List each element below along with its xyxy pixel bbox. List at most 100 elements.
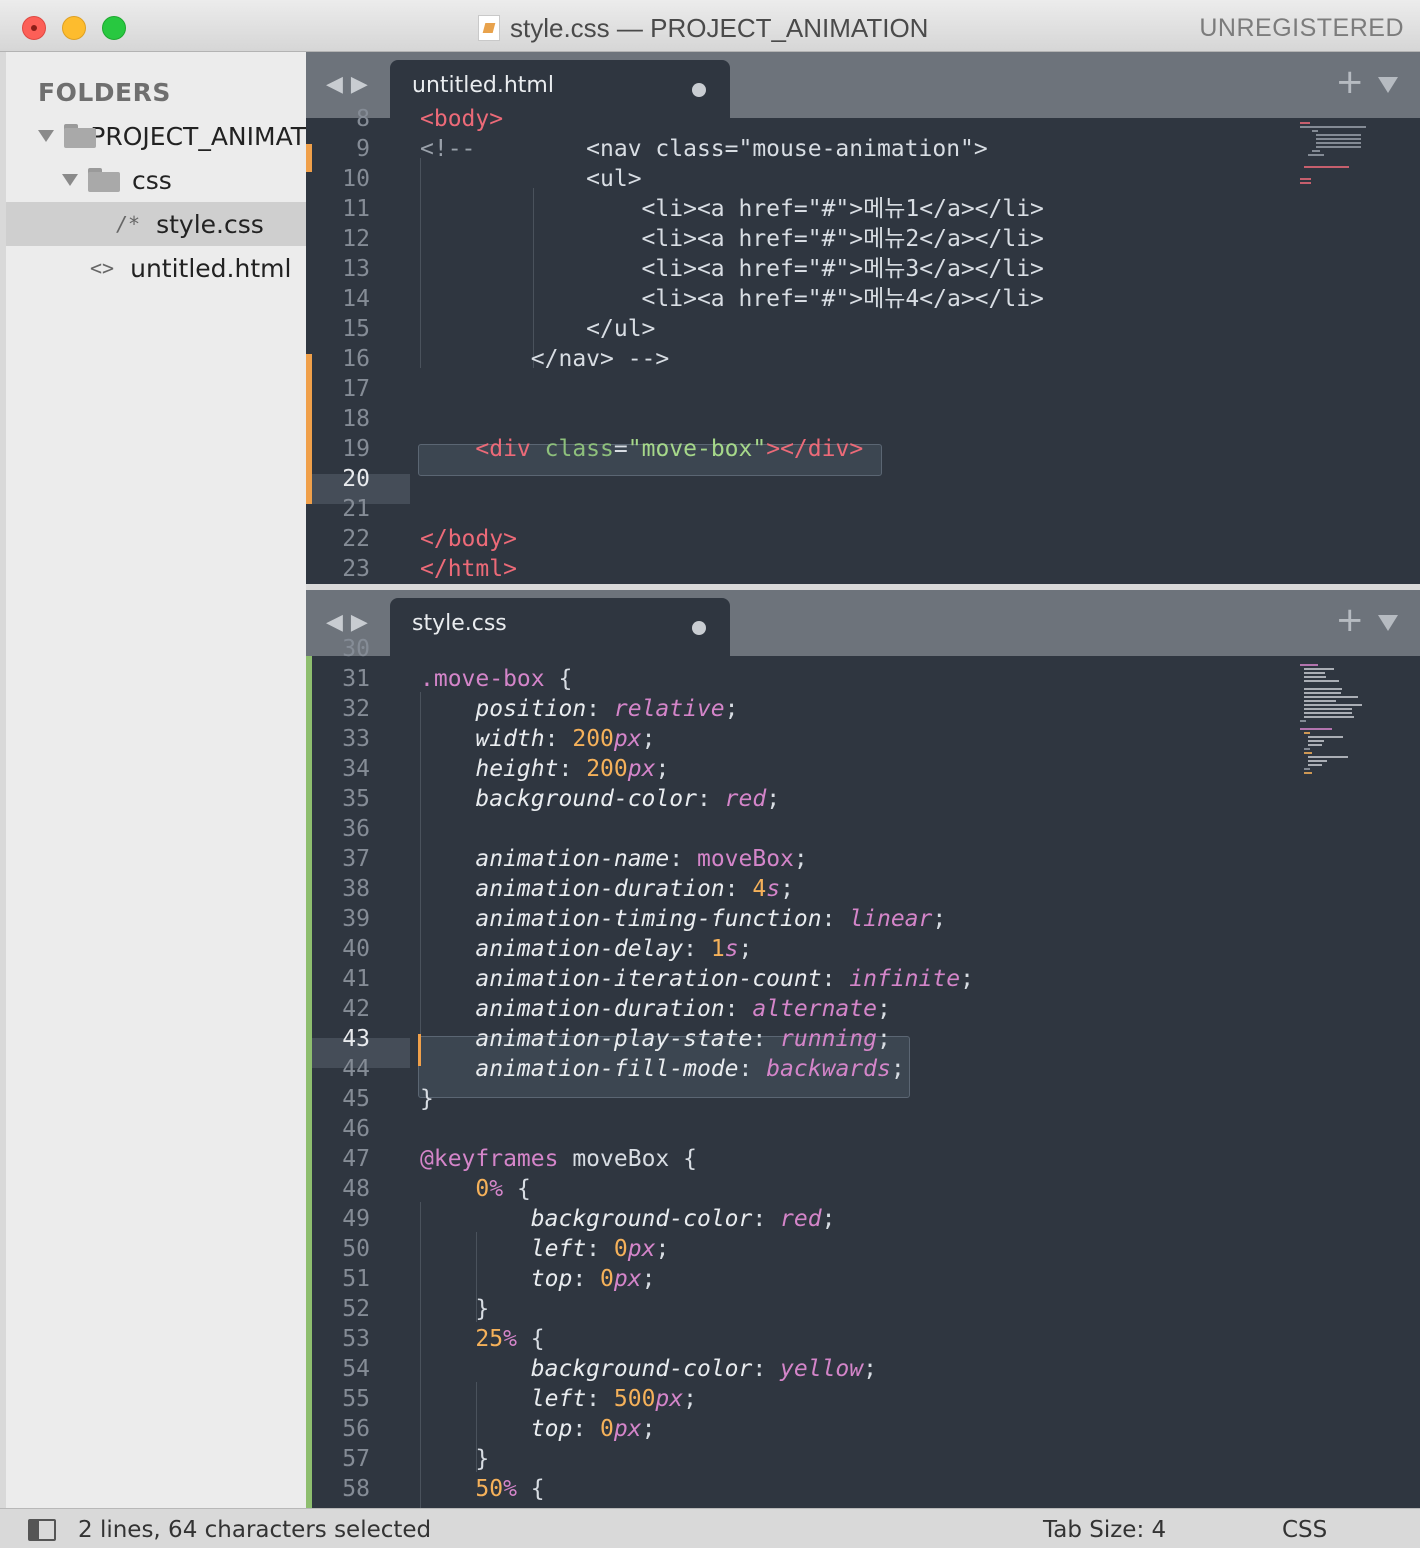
code-line[interactable]: 30 — [306, 634, 1306, 664]
code-line[interactable]: 49 background-color: red; — [306, 1204, 1306, 1234]
code-text: animation-delay: 1s; — [420, 934, 752, 964]
code-token: </body> — [420, 526, 517, 552]
code-line[interactable]: 39 animation-timing-function: linear; — [306, 904, 1306, 934]
editor-pane-css[interactable]: ◀▶ style.css + 30 31 .move-box {32 positio… — [306, 590, 1420, 1508]
code-line[interactable]: 11 <li><a href="#">메뉴1</a></li> — [306, 194, 1306, 224]
code-line[interactable]: 41 animation-iteration-count: infinite; — [306, 964, 1306, 994]
code-line[interactable]: 13 <li><a href="#">메뉴3</a></li> — [306, 254, 1306, 284]
code-line[interactable]: 33 width: 200px; — [306, 724, 1306, 754]
code-line[interactable]: 40 animation-delay: 1s; — [306, 934, 1306, 964]
code-line[interactable]: 9 <!-- <nav class="mouse-animation"> — [306, 134, 1306, 164]
nav-arrows[interactable]: ◀▶ — [326, 72, 376, 97]
code-line[interactable]: 20 — [306, 464, 1306, 494]
zoom-icon[interactable] — [102, 16, 126, 40]
sidebar-item-untitled-html[interactable]: <> untitled.html — [6, 246, 306, 290]
close-icon[interactable] — [22, 16, 46, 40]
code-line[interactable]: 53 25% { — [306, 1324, 1306, 1354]
code-token: ; — [641, 1266, 656, 1292]
code-line[interactable]: 34 height: 200px; — [306, 754, 1306, 784]
code-line[interactable]: 22 </body> — [306, 524, 1306, 554]
line-number: 43 — [342, 1026, 370, 1052]
code-line[interactable]: 56 top: 0px; — [306, 1414, 1306, 1444]
code-token: "move-box" — [627, 436, 767, 462]
panel-toggle-icon[interactable] — [28, 1519, 56, 1541]
code-line[interactable]: 54 background-color: yellow; — [306, 1354, 1306, 1384]
code-line[interactable]: 35 background-color: red; — [306, 784, 1306, 814]
minimap[interactable] — [1300, 656, 1418, 956]
code-line[interactable]: 55 left: 500px; — [306, 1384, 1306, 1414]
unsaved-dot-icon[interactable] — [692, 621, 706, 635]
code-line[interactable]: 19 <div class="move-box"></div> — [306, 434, 1306, 464]
sidebar-item-style-css[interactable]: /* style.css — [6, 202, 306, 246]
code-line[interactable]: 17 — [306, 374, 1306, 404]
code-token: px — [627, 1236, 656, 1262]
code-line[interactable]: 8 <body> — [306, 104, 1306, 134]
tab-menu-icon[interactable] — [1378, 615, 1398, 631]
line-number: 18 — [342, 406, 370, 432]
code-token: infinite — [849, 966, 961, 992]
code-token: : — [696, 786, 725, 812]
code-token: 0 — [613, 1236, 628, 1262]
minimap[interactable] — [1300, 118, 1418, 238]
minimap-line — [1308, 736, 1344, 738]
code-line[interactable]: 36 — [306, 814, 1306, 844]
code-line[interactable]: 12 <li><a href="#">메뉴2</a></li> — [306, 224, 1306, 254]
code-line[interactable]: 58 50% { — [306, 1474, 1306, 1504]
code-line[interactable]: 46 — [306, 1114, 1306, 1144]
nav-arrows[interactable]: ◀▶ — [326, 610, 376, 635]
add-tab-icon[interactable]: + — [1336, 600, 1365, 640]
tab-menu-icon[interactable] — [1378, 77, 1398, 93]
code-line[interactable]: 37 animation-name: moveBox; — [306, 844, 1306, 874]
code-line[interactable]: 48 0% { — [306, 1174, 1306, 1204]
code-line[interactable]: 57 } — [306, 1444, 1306, 1474]
code-line[interactable]: 21 — [306, 494, 1306, 524]
code-line[interactable]: 52 } — [306, 1294, 1306, 1324]
code-line[interactable]: 16 </nav> --> — [306, 344, 1306, 374]
code-token: class — [544, 436, 614, 462]
code-line[interactable]: 32 position: relative; — [306, 694, 1306, 724]
nav-forward-icon[interactable]: ▶ — [351, 72, 376, 97]
code-line[interactable]: 42 animation-duration: alternate; — [306, 994, 1306, 1024]
code-text: } — [420, 1444, 489, 1474]
line-number: 39 — [342, 906, 370, 932]
code-line[interactable]: 45} — [306, 1084, 1306, 1114]
code-token: : — [752, 1026, 781, 1052]
nav-forward-icon[interactable]: ▶ — [351, 610, 376, 635]
disclosure-triangle-icon[interactable] — [62, 174, 78, 186]
code-line[interactable]: 51 top: 0px; — [306, 1264, 1306, 1294]
code-area[interactable]: 30 31 .move-box {32 position: relative; 33 … — [306, 636, 1420, 1508]
minimap-line — [1304, 166, 1349, 168]
minimize-icon[interactable] — [62, 16, 86, 40]
sidebar-item-project[interactable]: PROJECT_ANIMAT — [6, 114, 306, 158]
nav-back-icon[interactable]: ◀ — [326, 610, 351, 635]
code-line[interactable]: 47 @keyframes moveBox { — [306, 1144, 1306, 1174]
code-line[interactable]: 38 animation-duration: 4s; — [306, 874, 1306, 904]
code-text: animation-duration: alternate; — [420, 994, 890, 1024]
code-line[interactable]: 14 <li><a href="#">메뉴4</a></li> — [306, 284, 1306, 314]
tab-size-indicator[interactable]: Tab Size: 4 — [1043, 1517, 1166, 1543]
minimap-line — [1304, 672, 1325, 674]
code-area[interactable]: 8 <body> 9 <!-- <nav class="mouse-animation… — [306, 106, 1420, 584]
minimap-line — [1304, 768, 1311, 770]
code-line[interactable]: 15 </ul> — [306, 314, 1306, 344]
add-tab-icon[interactable]: + — [1336, 62, 1365, 102]
code-line[interactable]: 10 <ul> — [306, 164, 1306, 194]
code-line[interactable]: 23 </html> — [306, 554, 1306, 584]
editor-pane-html[interactable]: ◀▶ untitled.html + 8 <body> 9 <!-- <nav cla… — [306, 52, 1420, 584]
syntax-indicator[interactable]: CSS — [1282, 1517, 1327, 1543]
code-text: 0% { — [420, 1174, 530, 1204]
code-line[interactable]: 31 .move-box { — [306, 664, 1306, 694]
unsaved-dot-icon[interactable] — [692, 83, 706, 97]
code-line[interactable]: 50 left: 0px; — [306, 1234, 1306, 1264]
code-line[interactable]: 43 animation-play-state: running; — [306, 1024, 1306, 1054]
code-line[interactable]: 44 animation-fill-mode: backwards; — [306, 1054, 1306, 1084]
nav-back-icon[interactable]: ◀ — [326, 72, 351, 97]
code-token: backwards — [766, 1056, 891, 1082]
code-token: px — [655, 1386, 684, 1412]
code-line[interactable]: 18 — [306, 404, 1306, 434]
code-text: left: 500px; — [420, 1384, 697, 1414]
disclosure-triangle-icon[interactable] — [38, 130, 54, 142]
sidebar-item-css-folder[interactable]: css — [6, 158, 306, 202]
